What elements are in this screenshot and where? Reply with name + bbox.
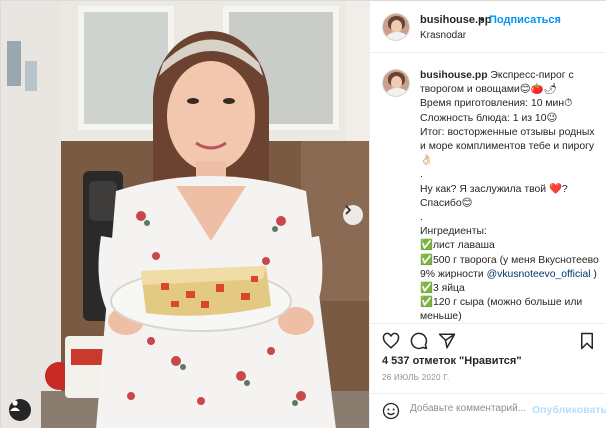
post-side-panel: busihouse.pp • Подписаться Krasnodar bus… <box>369 1 606 428</box>
comment-icon[interactable] <box>410 332 428 350</box>
publish-button[interactable]: Опубликовать <box>532 404 606 416</box>
avatar[interactable] <box>382 13 410 41</box>
bookmark-icon[interactable] <box>578 332 596 350</box>
emoji-icon[interactable] <box>382 402 400 420</box>
heart-icon[interactable] <box>382 332 400 350</box>
user-tag-icon <box>10 400 20 411</box>
post-caption: busihouse.pp Экспресс-пирог с творогом и… <box>370 53 606 321</box>
share-icon[interactable] <box>438 332 456 350</box>
post-container: busihouse.pp • Подписаться Krasnodar bus… <box>0 0 606 428</box>
caption-mention-link[interactable]: @vkusnoteevo_official <box>487 269 591 280</box>
photo-illustration <box>1 1 369 428</box>
post-date[interactable]: 26 ИЮЛЬ 2020 Г. <box>382 373 449 382</box>
next-photo-button[interactable] <box>343 205 363 225</box>
post-photo[interactable] <box>1 1 369 428</box>
likes-count[interactable]: 4 537 отметок "Нравится" <box>382 355 522 367</box>
user-tag-button[interactable] <box>9 399 31 421</box>
action-bar <box>370 323 606 357</box>
caption-username[interactable]: busihouse.pp <box>420 70 488 81</box>
location-link[interactable]: Krasnodar <box>420 30 466 41</box>
comment-bar: Опубликовать <box>370 393 606 428</box>
next-arrow-icon <box>345 205 352 215</box>
post-header: busihouse.pp • Подписаться Krasnodar <box>370 1 606 53</box>
caption-text: busihouse.pp Экспресс-пирог с творогом и… <box>420 69 600 321</box>
caption-avatar[interactable] <box>382 69 410 97</box>
caption-body-part1: Экспресс-пирог с творогом и овощами😊🍅🌶 В… <box>420 70 599 280</box>
comment-input[interactable] <box>410 403 528 414</box>
follow-button[interactable]: Подписаться <box>489 14 561 26</box>
separator-dot: • <box>480 14 484 26</box>
